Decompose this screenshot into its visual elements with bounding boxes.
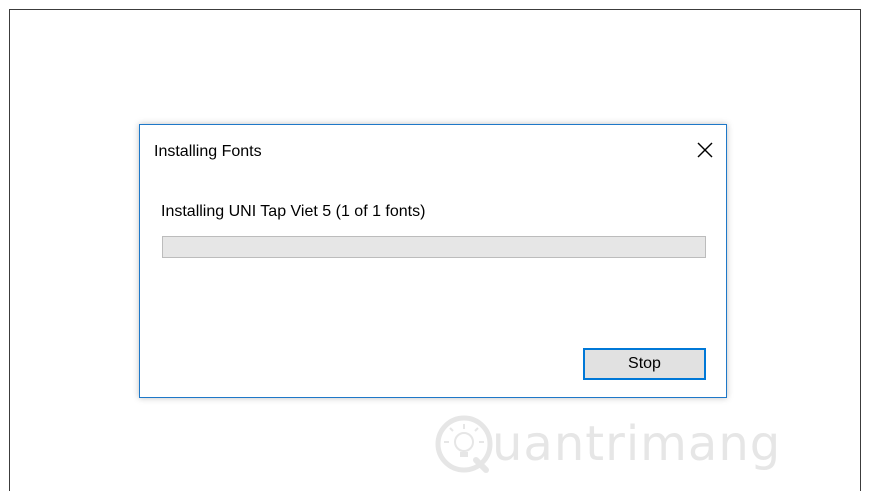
watermark: uantrimang [432,404,781,484]
install-status-text: Installing UNI Tap Viet 5 (1 of 1 fonts) [161,203,426,220]
close-icon[interactable] [694,139,716,161]
dialog-title: Installing Fonts [154,143,262,160]
dialog-titlebar: Installing Fonts [140,125,726,171]
install-progress-bar [162,236,706,258]
stop-button[interactable]: Stop [583,348,706,380]
installing-fonts-dialog: Installing Fonts Installing UNI Tap Viet… [139,124,727,398]
watermark-text: uantrimang [492,416,782,472]
quantrimang-logo [432,412,496,476]
